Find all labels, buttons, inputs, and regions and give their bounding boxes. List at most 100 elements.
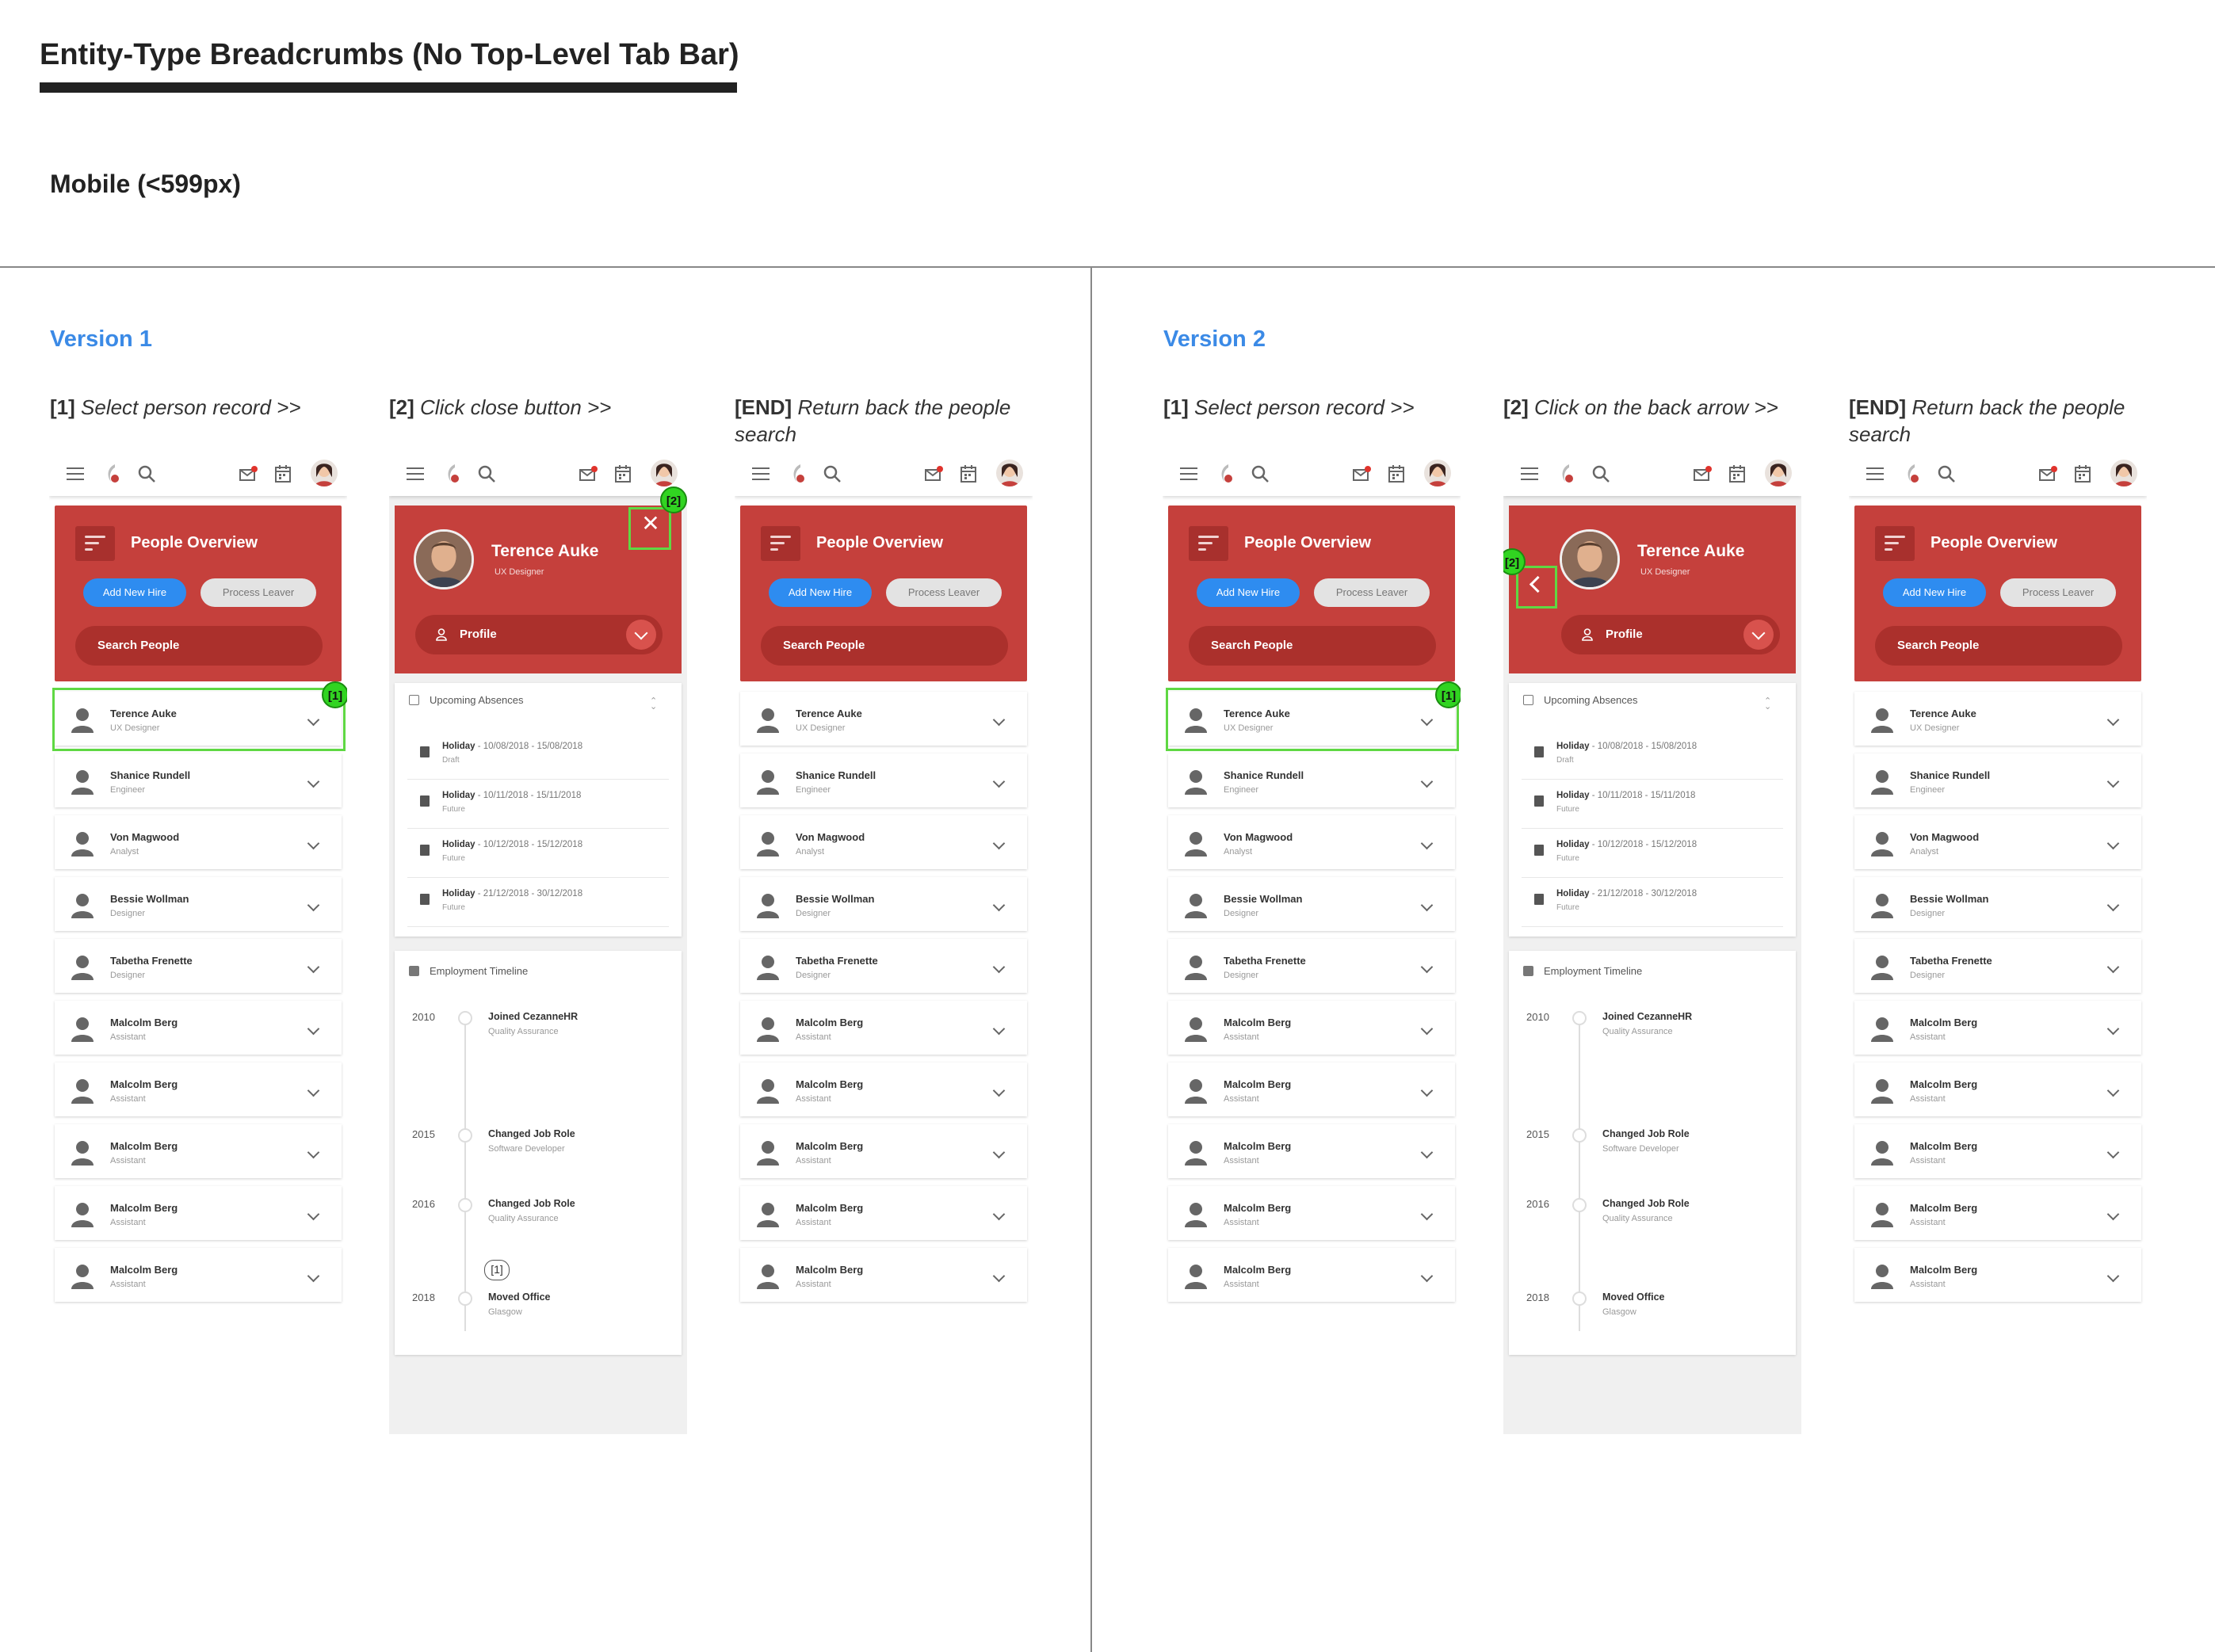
chevron-down-icon[interactable] (307, 837, 320, 850)
mail-icon[interactable] (579, 466, 598, 482)
user-avatar[interactable] (996, 460, 1023, 486)
chevron-down-icon[interactable] (2106, 1208, 2120, 1221)
chevron-down-icon[interactable] (992, 1146, 1006, 1159)
chevron-down-icon[interactable] (992, 775, 1006, 788)
person-row[interactable]: Malcolm Berg Assistant (1854, 1248, 2141, 1302)
chevron-down-icon[interactable] (2106, 898, 2120, 912)
person-row[interactable]: Von Magwood Analyst (1854, 815, 2141, 869)
app-logo-icon[interactable] (790, 463, 806, 485)
chevron-down-icon[interactable] (1420, 1146, 1434, 1159)
chevron-down-icon[interactable] (992, 960, 1006, 974)
person-row[interactable]: Malcolm Berg Assistant (1168, 1001, 1455, 1055)
absence-item[interactable]: Holiday - 10/08/2018 - 15/08/2018 Draft (1522, 731, 1783, 780)
user-avatar[interactable] (311, 460, 338, 486)
absence-item[interactable]: Holiday - 10/08/2018 - 15/08/2018 Draft (407, 731, 669, 780)
chevron-down-icon[interactable] (992, 713, 1006, 727)
menu-icon[interactable] (752, 467, 770, 480)
chevron-down-icon[interactable] (2106, 960, 2120, 974)
mail-icon[interactable] (1353, 466, 1372, 482)
person-row[interactable]: Malcolm Berg Assistant (55, 1063, 342, 1116)
person-row[interactable]: Malcolm Berg Assistant (740, 1001, 1027, 1055)
chevron-down-icon[interactable] (992, 837, 1006, 850)
chevron-down-icon[interactable] (992, 1208, 1006, 1221)
person-row[interactable]: Malcolm Berg Assistant (1854, 1124, 2141, 1178)
person-row[interactable]: Malcolm Berg Assistant (1168, 1063, 1455, 1116)
absence-item[interactable]: Holiday - 10/12/2018 - 15/12/2018 Future (407, 829, 669, 878)
search-people-field[interactable]: Search People (1189, 626, 1436, 666)
user-avatar[interactable] (651, 460, 678, 486)
add-new-hire-button[interactable]: Add New Hire (83, 578, 186, 607)
chevron-down-icon[interactable] (307, 1146, 320, 1159)
person-row[interactable]: Bessie Wollman Designer (740, 877, 1027, 931)
person-row[interactable]: Von Magwood Analyst (740, 815, 1027, 869)
person-row[interactable]: Terence Auke UX Designer (740, 692, 1027, 746)
search-icon[interactable] (1936, 464, 1957, 484)
collapse-icon[interactable]: ⌃ ⌄ (650, 697, 658, 712)
chevron-down-icon[interactable] (992, 1269, 1006, 1283)
person-row[interactable]: Malcolm Berg Assistant (1168, 1248, 1455, 1302)
calendar-icon[interactable] (614, 464, 632, 483)
process-leaver-button[interactable]: Process Leaver (2000, 578, 2116, 607)
chevron-down-icon[interactable] (1420, 775, 1434, 788)
calendar-icon[interactable] (960, 464, 977, 483)
app-logo-icon[interactable] (105, 463, 120, 485)
chevron-down-icon[interactable] (626, 620, 656, 650)
absence-item[interactable]: Holiday - 21/12/2018 - 30/12/2018 Future (1522, 878, 1783, 927)
chevron-down-icon[interactable] (1420, 1269, 1434, 1283)
chevron-down-icon[interactable] (992, 1084, 1006, 1097)
process-leaver-button[interactable]: Process Leaver (200, 578, 316, 607)
mail-icon[interactable] (239, 466, 258, 482)
person-row[interactable]: Bessie Wollman Designer (1168, 877, 1455, 931)
person-row[interactable]: Shanice Rundell Engineer (740, 754, 1027, 807)
chevron-down-icon[interactable] (1420, 1022, 1434, 1036)
user-avatar[interactable] (1424, 460, 1451, 486)
chevron-down-icon[interactable] (1743, 620, 1774, 650)
person-row[interactable]: Tabetha Frenette Designer (1854, 939, 2141, 993)
absence-item[interactable]: Holiday - 21/12/2018 - 30/12/2018 Future (407, 878, 669, 927)
menu-icon[interactable] (1521, 467, 1538, 480)
calendar-icon[interactable] (1728, 464, 1746, 483)
app-logo-icon[interactable] (445, 463, 460, 485)
person-row[interactable]: Malcolm Berg Assistant (55, 1001, 342, 1055)
chevron-down-icon[interactable] (2106, 837, 2120, 850)
chevron-down-icon[interactable] (2106, 713, 2120, 727)
chevron-down-icon[interactable] (2106, 1146, 2120, 1159)
chevron-down-icon[interactable] (1420, 960, 1434, 974)
profile-section-dropdown[interactable]: Profile (415, 615, 663, 654)
process-leaver-button[interactable]: Process Leaver (886, 578, 1002, 607)
chevron-down-icon[interactable] (307, 775, 320, 788)
person-row[interactable]: Shanice Rundell Engineer (1854, 754, 2141, 807)
person-row[interactable]: Malcolm Berg Assistant (55, 1248, 342, 1302)
chevron-down-icon[interactable] (307, 898, 320, 912)
person-row[interactable]: Tabetha Frenette Designer (740, 939, 1027, 993)
menu-icon[interactable] (1866, 467, 1884, 480)
search-icon[interactable] (136, 464, 157, 484)
chevron-down-icon[interactable] (307, 1269, 320, 1283)
chevron-down-icon[interactable] (1420, 837, 1434, 850)
chevron-down-icon[interactable] (307, 1084, 320, 1097)
person-row[interactable]: Malcolm Berg Assistant (740, 1248, 1027, 1302)
mail-icon[interactable] (1694, 466, 1713, 482)
chevron-down-icon[interactable] (2106, 1084, 2120, 1097)
person-row[interactable]: Shanice Rundell Engineer (1168, 754, 1455, 807)
calendar-icon[interactable] (2074, 464, 2091, 483)
add-new-hire-button[interactable]: Add New Hire (1197, 578, 1300, 607)
user-avatar[interactable] (2110, 460, 2137, 486)
chevron-down-icon[interactable] (2106, 1269, 2120, 1283)
profile-section-dropdown[interactable]: Profile (1561, 615, 1780, 654)
chevron-down-icon[interactable] (1420, 1208, 1434, 1221)
collapse-icon[interactable]: ⌃ ⌄ (1764, 697, 1772, 712)
person-row[interactable]: Malcolm Berg Assistant (1168, 1186, 1455, 1240)
search-icon[interactable] (1250, 464, 1270, 484)
absence-item[interactable]: Holiday - 10/11/2018 - 15/11/2018 Future (407, 780, 669, 829)
person-row[interactable]: Malcolm Berg Assistant (740, 1186, 1027, 1240)
absence-item[interactable]: Holiday - 10/11/2018 - 15/11/2018 Future (1522, 780, 1783, 829)
user-avatar[interactable] (1765, 460, 1792, 486)
person-row[interactable]: Malcolm Berg Assistant (1854, 1001, 2141, 1055)
person-row[interactable]: Bessie Wollman Designer (55, 877, 342, 931)
search-icon[interactable] (822, 464, 842, 484)
person-row[interactable]: Malcolm Berg Assistant (1854, 1063, 2141, 1116)
absence-item[interactable]: Holiday - 10/12/2018 - 15/12/2018 Future (1522, 829, 1783, 878)
app-logo-icon[interactable] (1218, 463, 1234, 485)
person-row[interactable]: Malcolm Berg Assistant (740, 1063, 1027, 1116)
